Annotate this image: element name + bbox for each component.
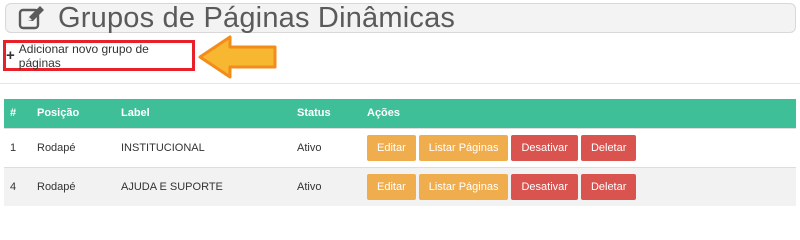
table-row: 1 Rodapé INSTITUCIONAL Ativo Editar Lista… — [4, 128, 796, 167]
cell-status: Ativo — [297, 141, 322, 154]
deactivate-button[interactable]: Desativar — [511, 173, 578, 200]
deactivate-button[interactable]: Desativar — [511, 134, 578, 161]
edit-button[interactable]: Editar — [367, 173, 416, 200]
list-pages-button[interactable]: Listar Páginas — [418, 173, 509, 200]
delete-button[interactable]: Deletar — [580, 173, 637, 200]
header-actions: Ações — [367, 107, 401, 120]
add-page-group-button[interactable]: + Adicionar novo grupo de páginas — [3, 40, 195, 71]
divider — [0, 83, 800, 84]
header-status: Status — [297, 107, 331, 120]
cell-actions: Editar Listar Páginas Desativar Deletar — [361, 128, 796, 167]
page-header: Grupos de Páginas Dinâmicas — [5, 3, 796, 33]
cell-id: 1 — [10, 141, 17, 154]
header-position: Posição — [37, 107, 80, 120]
add-page-group-label: Adicionar novo grupo de páginas — [18, 41, 149, 70]
edit-icon — [18, 6, 44, 30]
cell-label: AJUDA E SUPORTE — [121, 180, 223, 193]
header-label: Label — [121, 107, 150, 120]
cell-status: Ativo — [297, 180, 322, 193]
table-row: 4 Rodapé AJUDA E SUPORTE Ativo Editar Lis… — [4, 167, 796, 206]
cell-id: 4 — [10, 180, 17, 193]
table-header-row: # Posição Label Status Ações — [4, 99, 796, 128]
list-pages-button[interactable]: Listar Páginas — [418, 134, 509, 161]
cell-actions: Editar Listar Páginas Desativar Deletar — [361, 167, 796, 206]
plus-icon: + — [6, 47, 15, 64]
cell-position: Rodapé — [37, 180, 76, 193]
page-title: Grupos de Páginas Dinâmicas — [58, 2, 456, 34]
header-id: # — [10, 107, 17, 120]
cell-position: Rodapé — [37, 141, 76, 154]
cell-label: INSTITUCIONAL — [121, 141, 205, 154]
page-groups-table: # Posição Label Status Ações 1 Rodapé IN… — [4, 99, 796, 206]
edit-button[interactable]: Editar — [367, 134, 416, 161]
delete-button[interactable]: Deletar — [580, 134, 637, 161]
arrow-left-icon — [198, 35, 277, 79]
